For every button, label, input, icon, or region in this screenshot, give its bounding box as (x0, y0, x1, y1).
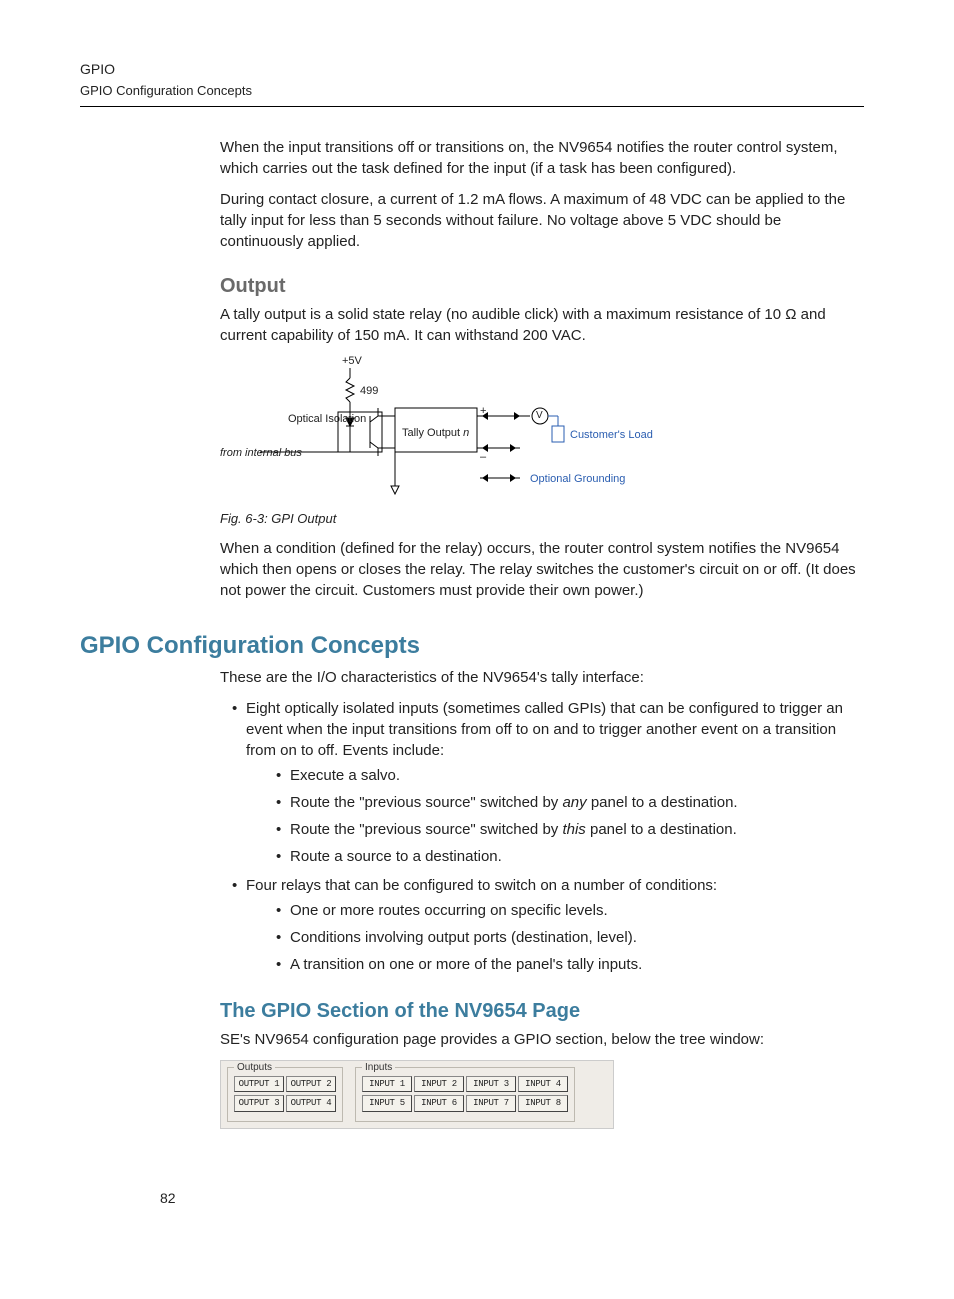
inputs-legend: Inputs (362, 1061, 395, 1075)
output-1-button[interactable]: OUTPUT 1 (234, 1076, 284, 1093)
input-5-button[interactable]: INPUT 5 (362, 1095, 412, 1112)
label-v: V (536, 409, 543, 423)
list-item: Eight optically isolated inputs (sometim… (232, 698, 864, 867)
concepts-body: These are the I/O characteristics of the… (220, 667, 864, 1129)
inputs-fieldset: Inputs INPUT 1 INPUT 2 INPUT 3 INPUT 4 I… (355, 1067, 575, 1122)
gpio-section-para: SE's NV9654 configuration page provides … (220, 1029, 864, 1050)
input-4-button[interactable]: INPUT 4 (518, 1076, 568, 1093)
input-1-button[interactable]: INPUT 1 (362, 1076, 412, 1093)
body-content: When the input transitions off or transi… (220, 137, 864, 601)
list-item: A transition on one or more of the panel… (276, 954, 864, 975)
label-minus: – (480, 450, 486, 465)
label-plus: + (480, 404, 486, 419)
label-optical-isolation: Optical Isolation (288, 412, 336, 427)
label-optional-grounding: Optional Grounding (530, 472, 625, 487)
input-7-button[interactable]: INPUT 7 (466, 1095, 516, 1112)
label-tally-output: Tally Output n (402, 426, 469, 441)
input-2-button[interactable]: INPUT 2 (414, 1076, 464, 1093)
list-item: Route the "previous source" switched by … (276, 792, 864, 813)
list-item: Route a source to a destination. (276, 846, 864, 867)
list-item: Route the "previous source" switched by … (276, 819, 864, 840)
label-499: 499 (360, 384, 378, 399)
input-3-button[interactable]: INPUT 3 (466, 1076, 516, 1093)
outputs-fieldset: Outputs OUTPUT 1 OUTPUT 2 OUTPUT 3 OUTPU… (227, 1067, 343, 1122)
list-item: Four relays that can be configured to sw… (232, 875, 864, 975)
concepts-list: Eight optically isolated inputs (sometim… (220, 698, 864, 975)
list-item: One or more routes occurring on specific… (276, 900, 864, 921)
gpio-panel-screenshot: Outputs OUTPUT 1 OUTPUT 2 OUTPUT 3 OUTPU… (220, 1060, 614, 1129)
concepts-intro: These are the I/O characteristics of the… (220, 667, 864, 688)
label-5v: +5V (342, 354, 362, 369)
list-item: Execute a salvo. (276, 765, 864, 786)
outputs-legend: Outputs (234, 1061, 275, 1075)
concepts-heading: GPIO Configuration Concepts (80, 629, 864, 663)
intro-para-1: When the input transitions off or transi… (220, 137, 864, 179)
bullet-text: Four relays that can be configured to sw… (246, 877, 717, 894)
output-para-2: When a condition (defined for the relay)… (220, 538, 864, 601)
gpio-section-heading: The GPIO Section of the NV9654 Page (220, 997, 864, 1025)
output-3-button[interactable]: OUTPUT 3 (234, 1095, 284, 1112)
output-para-1: A tally output is a solid state relay (n… (220, 304, 864, 346)
figure-caption: Fig. 6-3: GPI Output (220, 510, 864, 528)
input-8-button[interactable]: INPUT 8 (518, 1095, 568, 1112)
gpi-output-diagram: +5V 499 Optical Isolation from internal … (220, 356, 640, 506)
input-6-button[interactable]: INPUT 6 (414, 1095, 464, 1112)
running-head-subtitle: GPIO Configuration Concepts (80, 82, 864, 100)
label-from-internal-bus: from internal bus (220, 446, 302, 461)
list-item: Conditions involving output ports (desti… (276, 927, 864, 948)
bullet-text: Eight optically isolated inputs (sometim… (246, 700, 843, 759)
label-customers-load: Customer's Load (570, 428, 653, 443)
intro-para-2: During contact closure, a current of 1.2… (220, 189, 864, 252)
header-rule (80, 106, 864, 107)
output-4-button[interactable]: OUTPUT 4 (286, 1095, 336, 1112)
running-head-title: GPIO (80, 60, 864, 80)
output-heading: Output (220, 272, 864, 300)
output-2-button[interactable]: OUTPUT 2 (286, 1076, 336, 1093)
page-number: 82 (160, 1189, 176, 1209)
